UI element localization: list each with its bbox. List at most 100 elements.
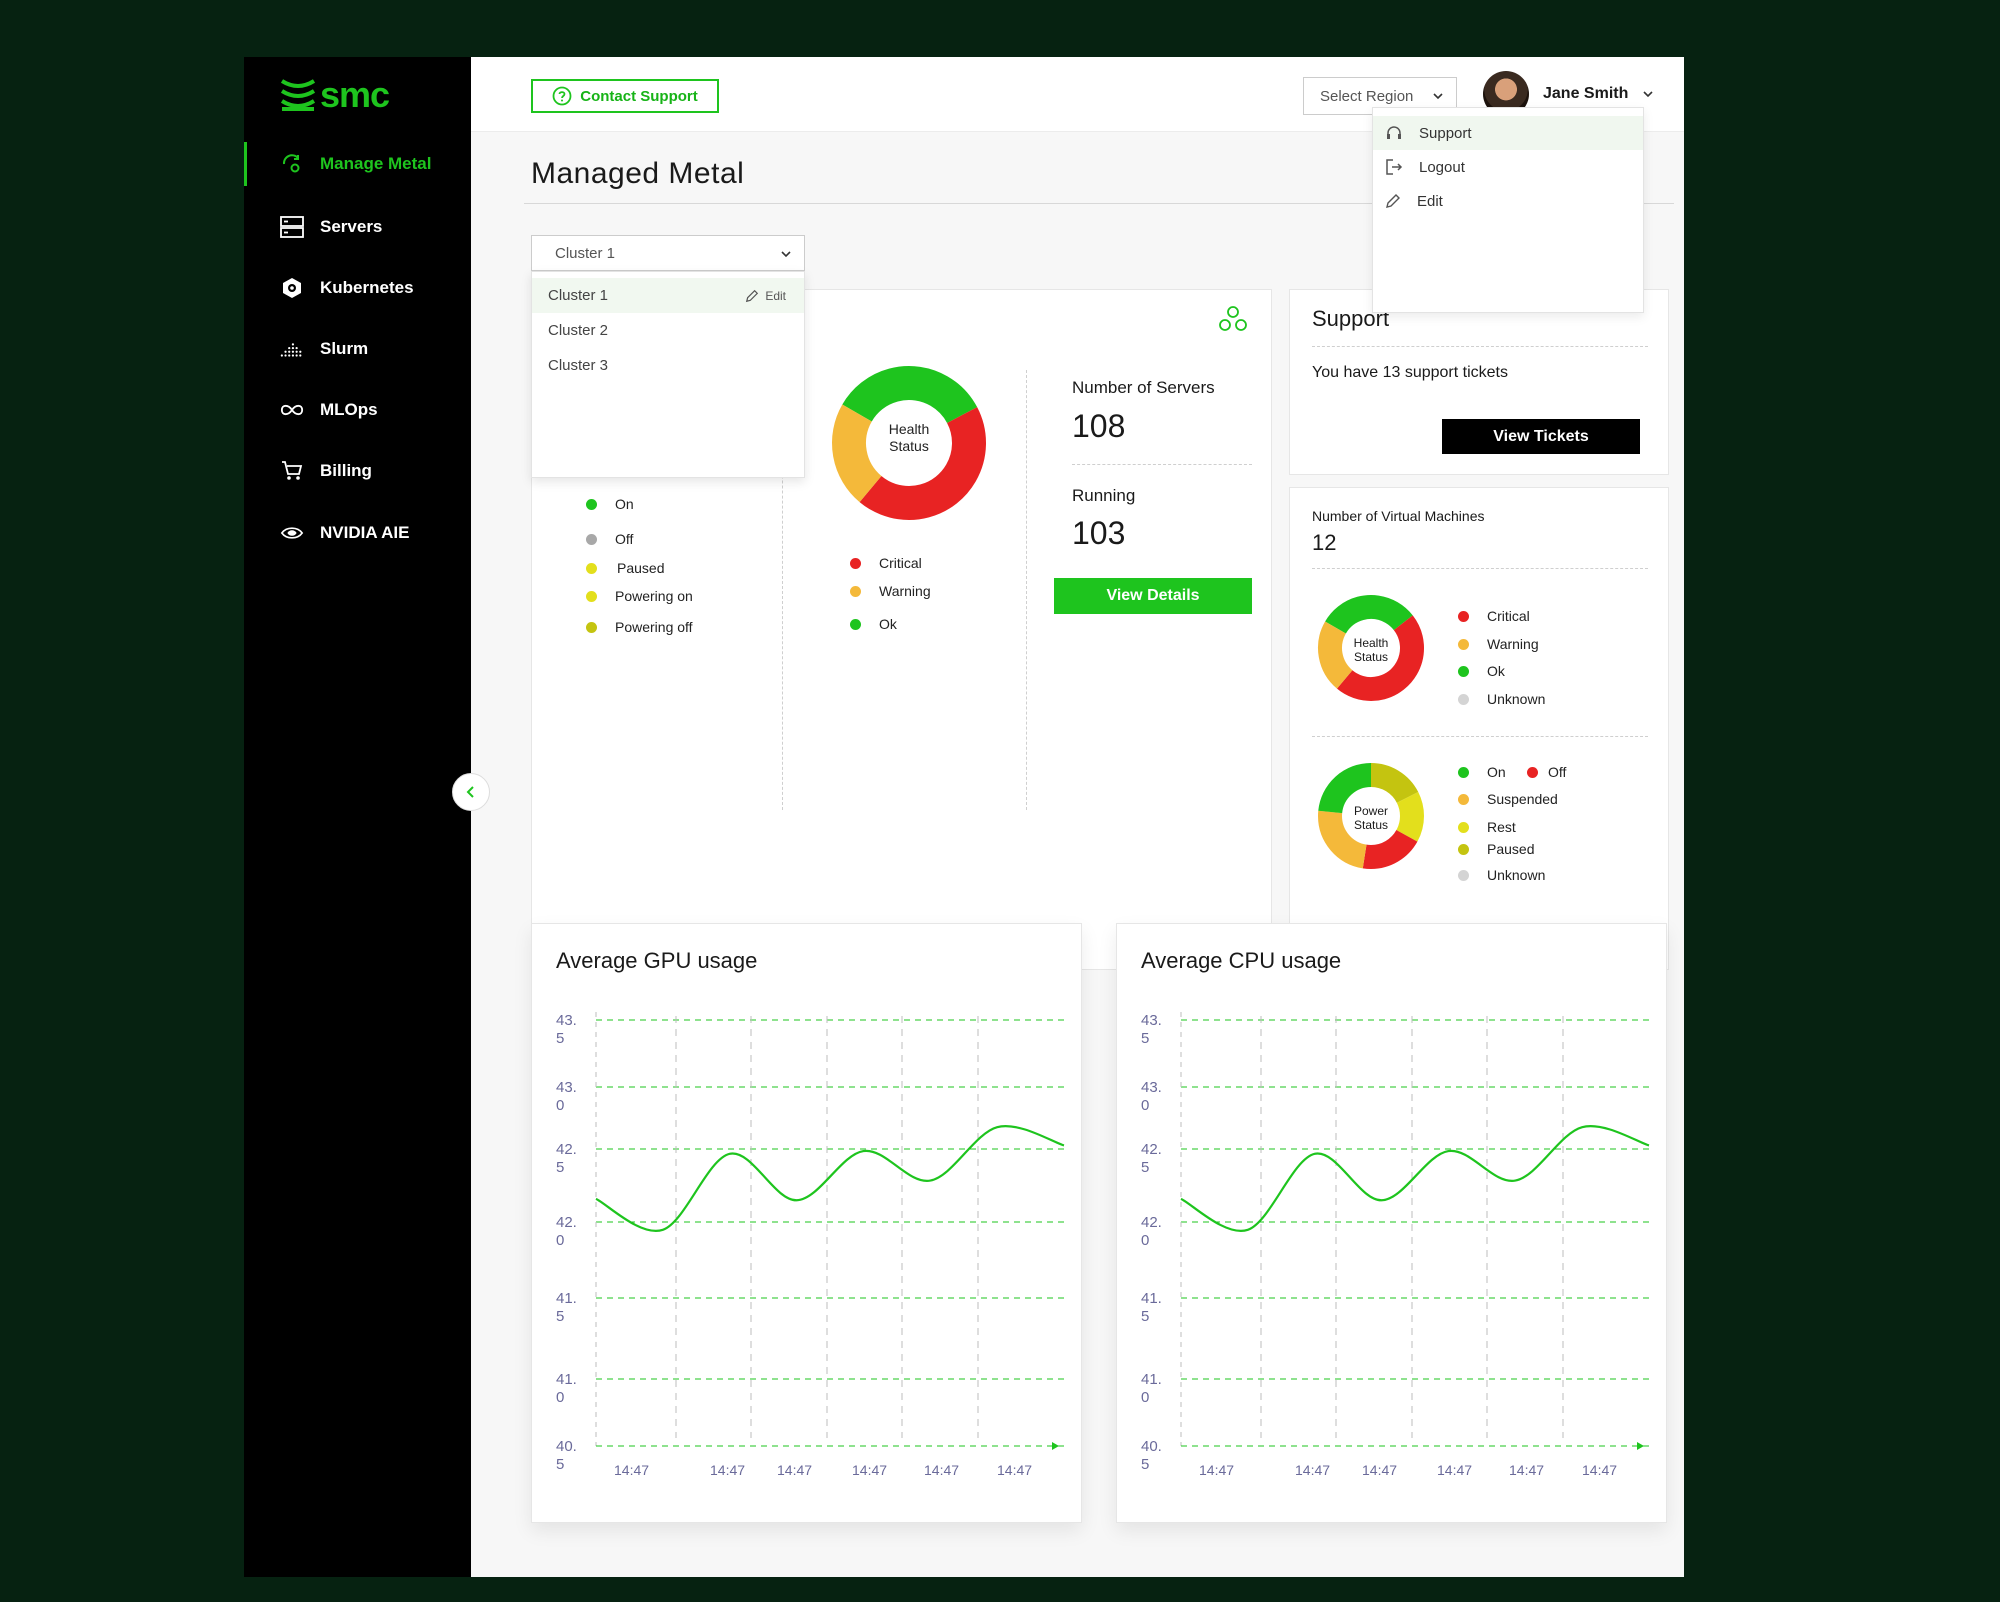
legend-item: Powering on (586, 588, 693, 604)
sidebar-item-mlops[interactable]: MLOps (244, 388, 471, 432)
y-tick-label: 43. 5 (1141, 1012, 1162, 1047)
legend-dot (586, 533, 597, 545)
legend-label: Off (1548, 764, 1567, 780)
legend-dot (1458, 638, 1469, 650)
contact-support-button[interactable]: Contact Support (531, 79, 719, 113)
line-chart-svg (595, 1012, 1065, 1450)
legend-label: Powering on (615, 588, 693, 604)
sidebar-item-manage-metal[interactable]: Manage Metal (244, 142, 471, 186)
legend-label: Critical (879, 555, 922, 571)
legend-label: Powering off (615, 619, 693, 635)
legend-item: Off (1527, 764, 1566, 780)
y-tick-label: 41. 0 (556, 1371, 577, 1406)
cluster-option-label: Cluster 1 (548, 287, 609, 304)
center-label-line: Health (1353, 636, 1389, 650)
cluster-select-value: Cluster 1 (555, 244, 616, 262)
vm-health-center-label: Health Status (1336, 636, 1406, 664)
cpu-usage-card: Average CPU usage 43. 5 43. 0 42. 5 42. 0 41… (1116, 923, 1667, 1523)
collapse-sidebar-button[interactable] (452, 773, 490, 811)
gpu-usage-card: Average GPU usage 43. 5 43. 0 42. 5 42. 0 41… (531, 923, 1082, 1523)
legend-dot (1458, 793, 1469, 805)
x-tick-label: 14:47 (614, 1462, 650, 1478)
center-label-line: Power (1353, 804, 1388, 818)
sidebar-item-label: NVIDIA AIE (320, 523, 410, 542)
cluster-option[interactable]: Cluster 3 (532, 348, 804, 383)
y-tick-label: 41. 5 (556, 1290, 577, 1325)
legend-label: On (1487, 764, 1506, 780)
menu-item-logout[interactable]: Logout (1373, 150, 1643, 184)
series-line (595, 1125, 1065, 1233)
legend-dot (850, 618, 861, 630)
virtual-machines-card: Number of Virtual Machines 12 Health Sta… (1289, 487, 1669, 970)
x-tick-label: 14:47 (852, 1462, 888, 1478)
page-title: Managed Metal (531, 157, 745, 190)
user-name: Jane Smith (1543, 85, 1629, 102)
menu-item-edit[interactable]: Edit (1373, 184, 1643, 218)
infinity-icon (280, 398, 304, 422)
contact-support-label: Contact Support (580, 87, 698, 105)
legend-item: Unknown (1458, 867, 1545, 883)
region-select-placeholder: Select Region (1320, 87, 1414, 105)
cluster-option[interactable]: Cluster 1 Edit (532, 278, 804, 313)
legend-item: Critical (850, 555, 922, 571)
sidebar-item-label: Servers (320, 217, 383, 236)
sidebar-item-servers[interactable]: Servers (244, 205, 471, 249)
legend-dot (586, 498, 597, 510)
running-value: 103 (1072, 515, 1126, 551)
cluster-option-label: Cluster 2 (548, 322, 609, 339)
num-servers-value: 108 (1072, 408, 1126, 444)
view-tickets-button[interactable]: View Tickets (1442, 419, 1640, 454)
cluster-select[interactable]: Cluster 1 (531, 235, 805, 271)
gear-cycle-icon (280, 152, 304, 176)
legend-dot (586, 562, 597, 574)
legend-label: Paused (617, 560, 665, 576)
cluster-edit-button[interactable]: Edit (745, 289, 786, 303)
x-tick-label: 14:47 (1509, 1462, 1545, 1478)
server-icon (280, 215, 304, 239)
num-servers-label: Number of Servers (1072, 378, 1215, 397)
x-tick-label: 14:47 (1437, 1462, 1473, 1478)
x-tick-label: 14:47 (710, 1462, 746, 1478)
center-label-line: Status (1353, 650, 1389, 664)
y-tick-label: 43. 0 (1141, 1079, 1162, 1114)
x-tick-label: 14:47 (924, 1462, 960, 1478)
y-tick-label: 43. 0 (556, 1079, 577, 1114)
cluster-edit-label: Edit (765, 288, 786, 303)
sidebar-item-kubernetes[interactable]: Kubernetes (244, 266, 471, 310)
divider (1026, 370, 1027, 810)
gpu-usage-chart: 43. 5 43. 0 42. 5 42. 0 41. 5 41. 0 40. 5 14:47… (532, 924, 1083, 1524)
vm-count-value: 12 (1312, 530, 1337, 555)
cluster-dropdown-menu: Cluster 1 Edit Cluster 2 Cluster 3 (531, 271, 805, 478)
cluster-option[interactable]: Cluster 2 (532, 313, 804, 348)
menu-item-label: Edit (1417, 192, 1443, 210)
line-chart-svg (1180, 1012, 1650, 1450)
sidebar-item-billing[interactable]: Billing (244, 449, 471, 493)
legend-dot (1458, 821, 1469, 833)
legend-item: Ok (850, 616, 897, 632)
chevron-down-icon (1433, 93, 1443, 100)
y-tick-label: 40. 5 (556, 1438, 577, 1473)
center-label-line: Status (1353, 818, 1389, 832)
center-label-line: Health (888, 421, 930, 437)
logout-icon (1386, 159, 1403, 175)
health-status-center-label: Health Status (862, 421, 956, 455)
legend-dot (1527, 766, 1538, 778)
y-tick-label: 42. 0 (556, 1214, 577, 1249)
legend-item: Paused (1458, 841, 1534, 857)
menu-item-support[interactable]: Support (1373, 116, 1643, 150)
logo[interactable]: smc (280, 74, 390, 115)
legend-label: On (615, 496, 634, 512)
sidebar-item-slurm[interactable]: Slurm (244, 327, 471, 371)
x-tick-label: 14:47 (1295, 1462, 1331, 1478)
sidebar-item-nvidia-aie[interactable]: NVIDIA AIE (244, 511, 471, 555)
legend-dot (1458, 665, 1469, 677)
divider (1312, 568, 1648, 569)
menu-item-label: Support (1419, 124, 1472, 142)
cpu-usage-chart: 43. 5 43. 0 42. 5 42. 0 41. 5 41. 0 40. 5 14:47… (1117, 924, 1668, 1524)
sidebar-item-label: Kubernetes (320, 278, 414, 297)
legend-item: Ok (1458, 663, 1505, 679)
x-tick-label: 14:47 (997, 1462, 1033, 1478)
menu-item-label: Logout (1419, 158, 1465, 176)
view-details-button[interactable]: View Details (1054, 578, 1252, 614)
legend-item: Suspended (1458, 791, 1558, 807)
